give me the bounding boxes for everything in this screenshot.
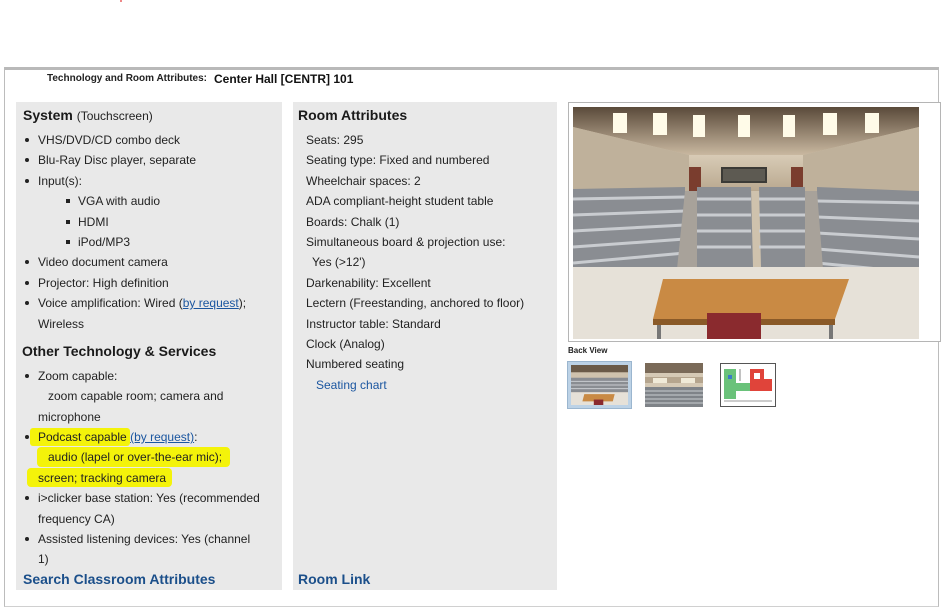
system-subtitle: (Touchscreen)	[76, 109, 153, 123]
thumbnail-back-view[interactable]	[567, 361, 632, 409]
thumbnail-image	[571, 365, 628, 405]
podcast-label: Podcast capable	[38, 430, 127, 444]
page-mark	[120, 0, 122, 2]
item-doccam: Video document camera	[38, 255, 168, 269]
item-iclicker-2: frequency CA)	[38, 512, 115, 526]
bullet-icon	[25, 179, 29, 183]
item-podcast-audio: audio (lapel or over-the-ear mic);	[48, 450, 223, 464]
room-photo-frame	[568, 102, 941, 342]
item-podcast-screen: screen; tracking camera	[38, 471, 167, 485]
thumbnail-image	[645, 363, 703, 407]
other-heading: Other Technology & Services	[22, 343, 217, 359]
item-iclicker: i>clicker base station: Yes (recommended	[38, 491, 260, 505]
thumbnail-front-view[interactable]	[643, 361, 705, 409]
square-bullet-icon	[66, 220, 70, 224]
bullet-icon	[25, 537, 29, 541]
bullet-icon	[25, 496, 29, 500]
item-vhs: VHS/DVD/CD combo deck	[38, 133, 181, 147]
search-attributes-link[interactable]: Search Classroom Attributes	[23, 571, 215, 587]
bullet-icon	[25, 301, 29, 305]
system-title: System	[23, 107, 73, 123]
room-link[interactable]: Room Link	[298, 571, 370, 587]
item-hdmi: HDMI	[78, 215, 109, 229]
item-projector: Projector: High definition	[38, 276, 169, 290]
attr-instructor-table: Instructor table: Standard	[306, 317, 441, 331]
thumbnail-floor-plan[interactable]	[718, 361, 778, 409]
attr-seats: Seats: 295	[306, 133, 364, 147]
bullet-icon	[25, 158, 29, 162]
item-assisted: Assisted listening devices: Yes (channel	[38, 532, 251, 546]
item-vga: VGA with audio	[78, 194, 161, 208]
room-name: Center Hall [CENTR] 101	[214, 72, 354, 86]
item-inputs: Input(s):	[38, 174, 83, 188]
item-voice: Voice amplification: Wired (by request);	[38, 296, 246, 310]
podcast-request-link[interactable]: (by request)	[130, 430, 194, 444]
system-heading: System (Touchscreen)	[23, 107, 153, 123]
square-bullet-icon	[66, 240, 70, 244]
attr-clock: Clock (Analog)	[306, 337, 385, 351]
attr-boards: Boards: Chalk (1)	[306, 215, 400, 229]
attr-darkenability: Darkenability: Excellent	[306, 276, 431, 290]
attr-seating-type: Seating type: Fixed and numbered	[306, 153, 490, 167]
voice-request-link[interactable]: by request	[183, 296, 239, 310]
item-ipod: iPod/MP3	[78, 235, 131, 249]
header-label: Technology and Room Attributes:	[47, 73, 207, 84]
bullet-icon	[25, 138, 29, 142]
item-bluray: Blu-Ray Disc player, separate	[38, 153, 197, 167]
item-voice-wireless: Wireless	[38, 317, 85, 331]
podcast-colon: :	[194, 430, 198, 444]
square-bullet-icon	[66, 199, 70, 203]
bullet-icon	[25, 374, 29, 378]
attr-lectern: Lectern (Freestanding, anchored to floor…	[306, 296, 525, 310]
seating-chart-link[interactable]: Seating chart	[316, 378, 387, 392]
floor-plan-icon	[720, 363, 776, 407]
bullet-icon	[25, 281, 29, 285]
attr-simultaneous: Simultaneous board & projection use:	[306, 235, 506, 249]
attr-simultaneous-value: Yes (>12')	[312, 255, 366, 269]
voice-prefix: Voice amplification: Wired (	[38, 296, 183, 310]
room-attributes-heading: Room Attributes	[298, 107, 408, 123]
item-zoom-detail-2: microphone	[38, 410, 101, 424]
attr-numbered: Numbered seating	[306, 357, 405, 371]
photo-caption: Back View	[568, 346, 608, 355]
bullet-icon	[25, 435, 29, 439]
voice-suffix: );	[238, 296, 247, 310]
attr-ada: ADA compliant-height student table	[306, 194, 494, 208]
bullet-icon	[25, 260, 29, 264]
item-podcast: Podcast capable (by request):	[38, 430, 197, 444]
item-assisted-2: 1)	[38, 552, 49, 566]
item-zoom: Zoom capable:	[38, 369, 118, 383]
room-photo	[573, 107, 919, 339]
attr-wheelchair: Wheelchair spaces: 2	[306, 174, 421, 188]
item-zoom-detail: zoom capable room; camera and	[48, 389, 224, 403]
